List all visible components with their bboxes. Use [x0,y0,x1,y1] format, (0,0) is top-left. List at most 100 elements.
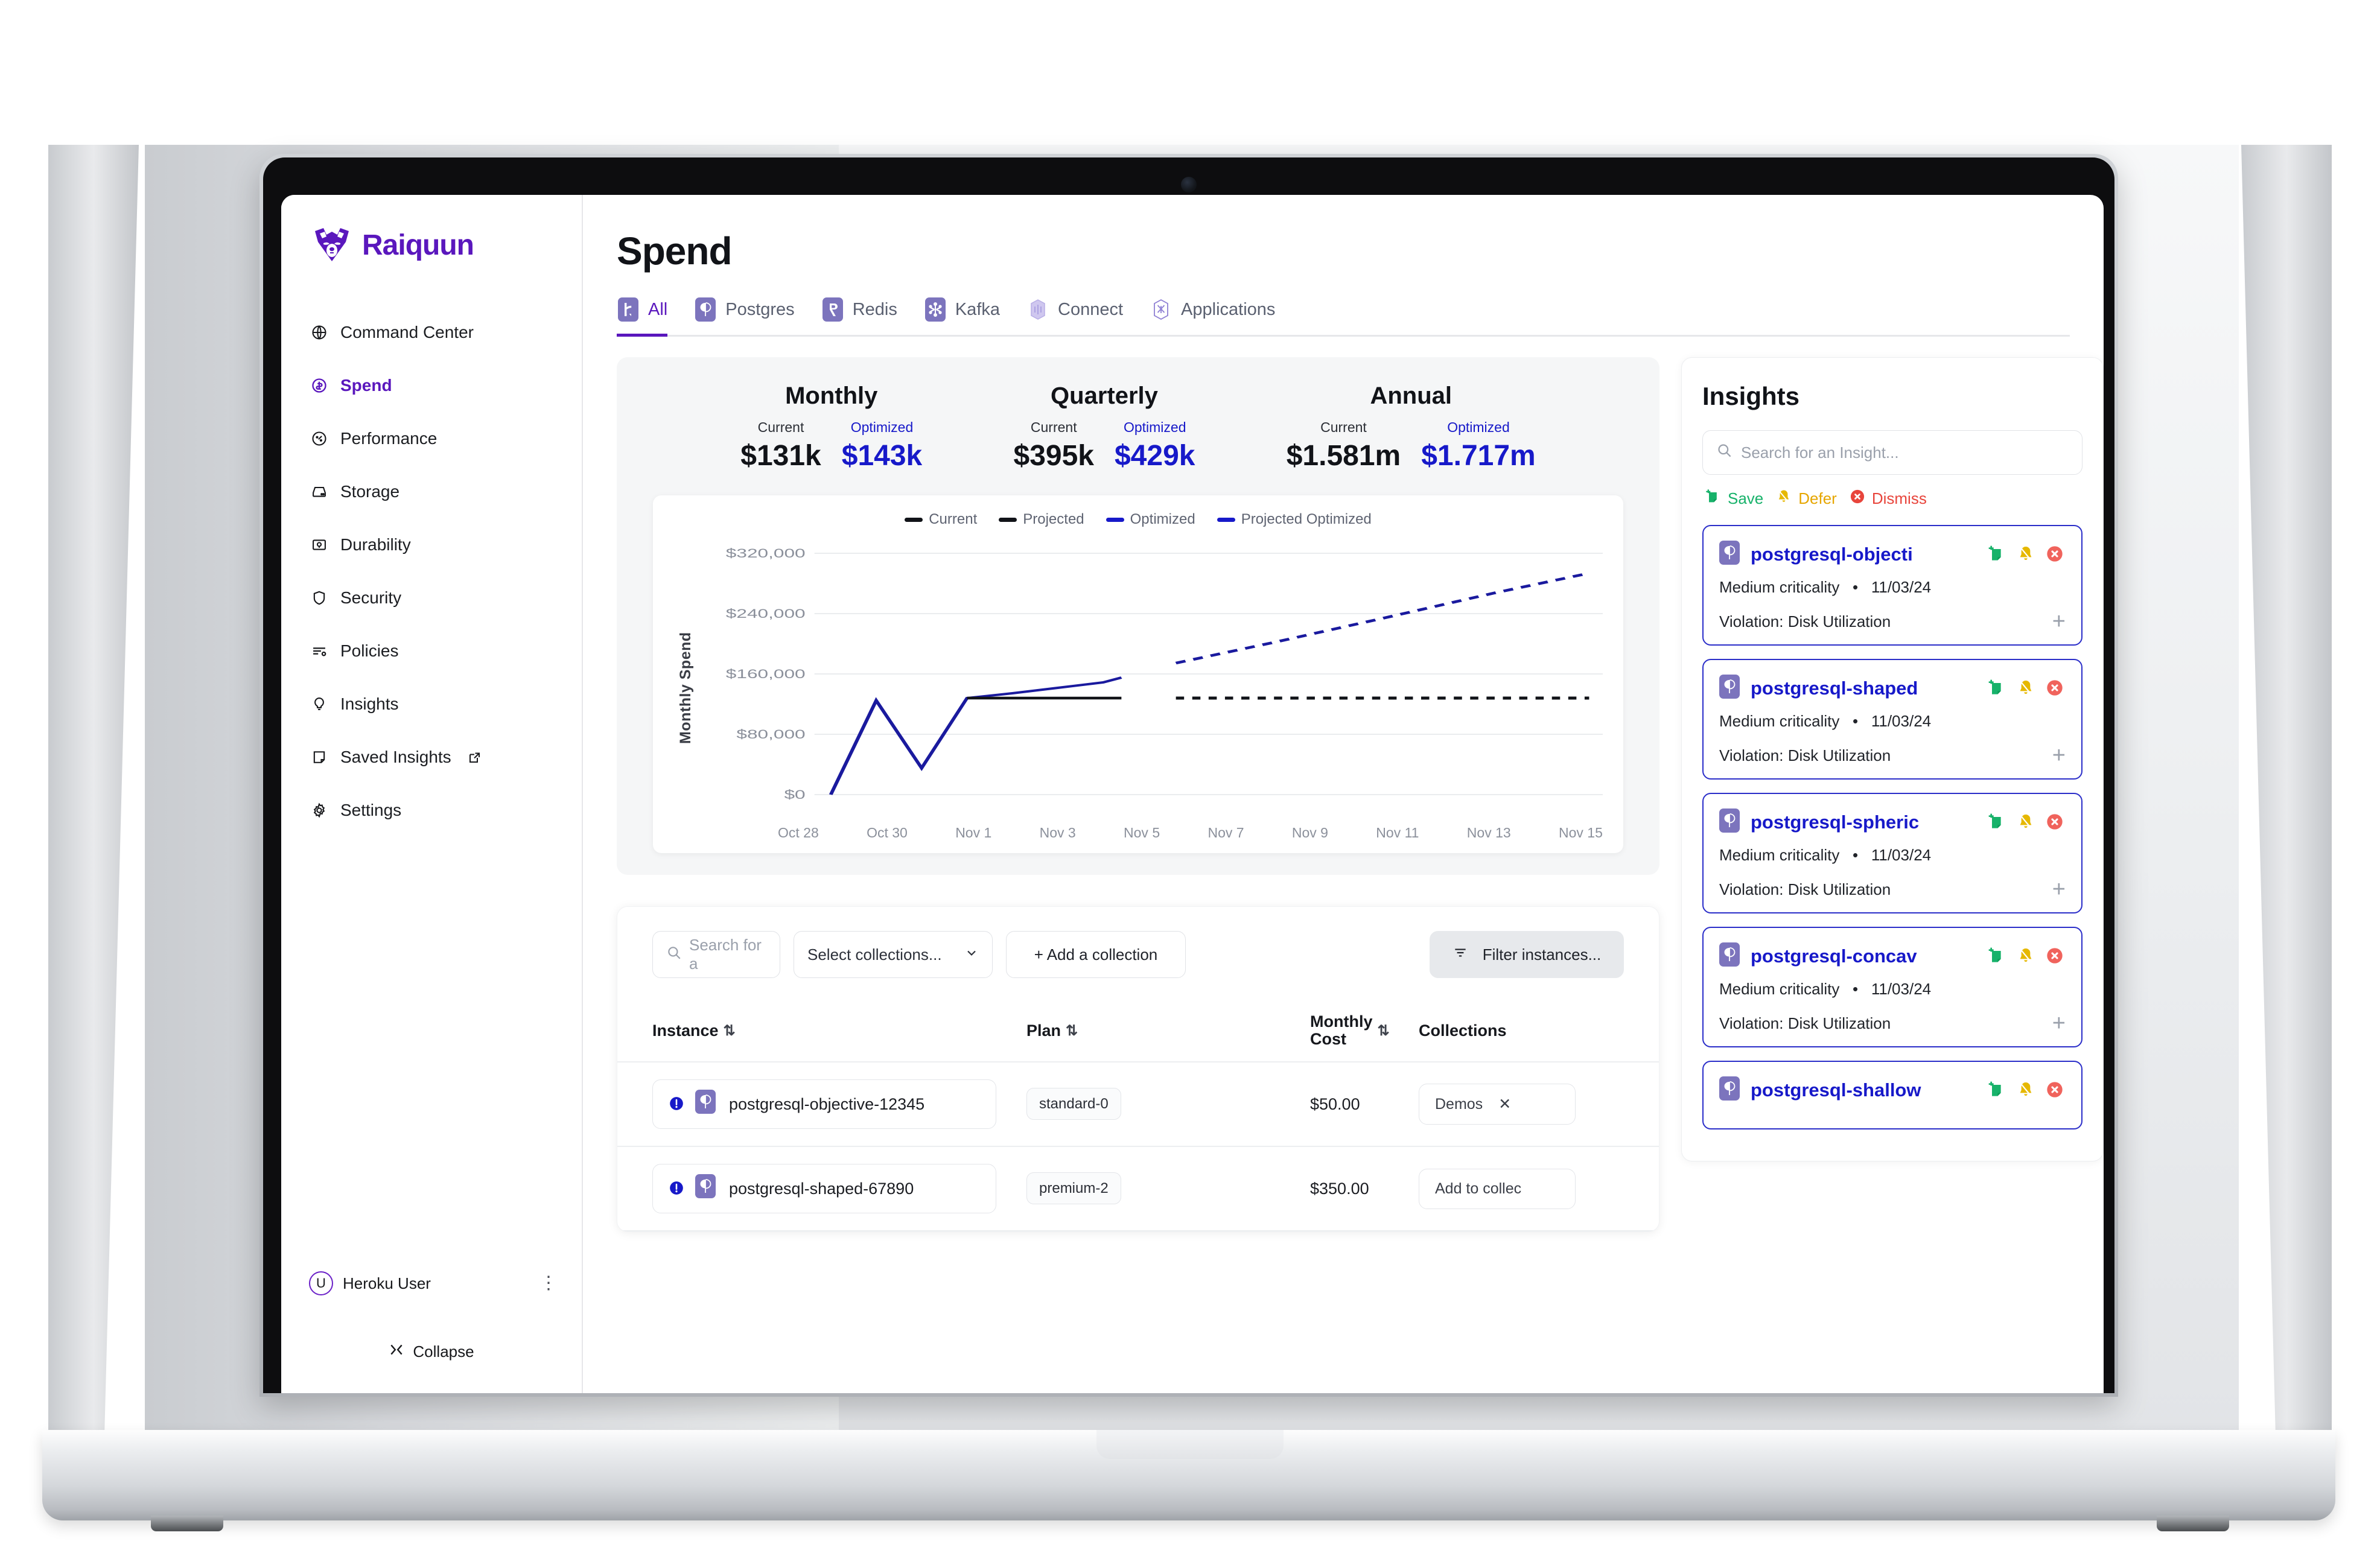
insight-meta-separator: • [1844,980,1867,998]
tab-kafka[interactable]: Kafka [924,296,1000,337]
sidebar-item-storage[interactable]: Storage [281,465,582,518]
sidebar-item-spend[interactable]: Spend [281,359,582,412]
brand-name: Raiquun [362,229,474,261]
bell-off-icon[interactable] [2016,1080,2037,1101]
collection-chip[interactable]: Demos ✕ [1419,1084,1576,1125]
legend-optimized[interactable]: Optimized [1106,511,1195,528]
user-profile-row[interactable]: U Heroku User ⋮ [281,1262,582,1304]
instance-chip[interactable]: postgresql-shaped-67890 [652,1164,996,1214]
expand-insight-icon[interactable]: + [2052,610,2066,633]
sort-icon[interactable]: ⇅ [724,1022,736,1040]
chart-y-axis-title: Monthly Spend [677,632,694,745]
sidebar-item-command-center[interactable]: Command Center [281,306,582,359]
column-header-instance[interactable]: Instance ⇅ [652,1021,1026,1040]
app-screen: Raiquun Command Center Spend Performance… [281,195,2104,1393]
save-note-icon[interactable] [1987,678,2008,699]
sidebar-item-insights[interactable]: Insights [281,678,582,731]
laptop-scene: Raiquun Command Center Spend Performance… [0,0,2380,1547]
metric-current: Current $395k [1014,419,1094,472]
spend-chart-card: Current Projected Optimized Projected Op… [653,495,1623,853]
legend-label: Projected Optimized [1241,511,1372,527]
raccoon-logo-icon [310,226,354,264]
table-row[interactable]: postgresql-shaped-67890 premium-2 $350.0… [617,1147,1659,1232]
dismiss-x-icon[interactable] [2045,1080,2066,1101]
insight-criticality: Medium criticality [1719,980,1840,998]
column-header-monthly-cost[interactable]: Monthly Cost ⇅ [1310,1012,1419,1048]
tab-label: Connect [1058,299,1124,319]
add-collection-button[interactable]: + Add a collection [1006,931,1186,978]
dismiss-insight-button[interactable]: Dismiss [1849,488,1927,509]
expand-insight-icon[interactable]: + [2052,878,2066,901]
svg-text:$320,000: $320,000 [726,546,806,560]
metric-optimized-label: Optimized [850,419,914,435]
x-tick: Nov 5 [1124,825,1160,840]
legend-projected-optimized[interactable]: Projected Optimized [1217,511,1372,528]
tab-redis[interactable]: Redis [821,296,897,337]
postgres-icon [695,1174,719,1203]
save-note-icon[interactable] [1987,946,2008,967]
tab-postgres[interactable]: Postgres [694,296,795,337]
sidebar-item-settings[interactable]: Settings [281,784,582,837]
collapse-sidebar-button[interactable]: Collapse [281,1342,582,1362]
tab-label: Redis [852,299,897,319]
dismiss-x-icon[interactable] [2045,946,2066,967]
insight-card[interactable]: postgresql-concav Medium criticality • 1… [1702,927,2082,1047]
insight-meta-separator: • [1844,578,1867,596]
save-note-icon[interactable] [1987,1080,2008,1101]
sidebar-item-durability[interactable]: Durability [281,518,582,571]
add-to-collection-chip[interactable]: Add to collec [1419,1168,1576,1209]
dismiss-x-icon[interactable] [2045,544,2066,565]
save-note-icon[interactable] [1987,544,2008,565]
insight-meta-separator: • [1844,846,1867,864]
search-icon [1716,442,1732,463]
bell-off-icon[interactable] [2016,812,2037,833]
metric-current-value: $131k [740,440,821,472]
insight-card[interactable]: postgresql-shallow [1702,1061,2082,1129]
brand-logo-block[interactable]: Raiquun [281,226,582,264]
tab-all[interactable]: All [617,296,668,337]
more-options-icon[interactable]: ⋮ [539,1274,558,1292]
legend-current[interactable]: Current [905,511,977,528]
table-row[interactable]: postgresql-objective-12345 standard-0 $5… [617,1063,1659,1148]
metric-current: Current $131k [740,419,821,472]
sort-icon[interactable]: ⇅ [1066,1022,1078,1040]
save-note-icon[interactable] [1987,812,2008,833]
column-label: Plan [1026,1021,1061,1040]
column-header-plan[interactable]: Plan ⇅ [1026,1021,1310,1040]
insight-search-input[interactable]: Search for an Insight... [1702,430,2082,475]
sidebar-nav: Command Center Spend Performance Storage… [281,306,582,837]
postgres-icon [695,1090,719,1119]
remove-collection-icon[interactable]: ✕ [1498,1095,1511,1113]
filter-instances-button[interactable]: Filter instances... [1430,931,1624,978]
defer-insight-button[interactable]: Defer [1775,488,1837,509]
insights-column: Insights Search for an Insight... Save D… [1681,357,2104,1232]
sidebar-item-saved-insights[interactable]: Saved Insights [281,731,582,784]
dollar-circle-icon [310,376,328,395]
insight-card[interactable]: postgresql-shaped Medium criticality • 1… [1702,659,2082,780]
expand-insight-icon[interactable]: + [2052,744,2066,767]
insight-card[interactable]: postgresql-spheric Medium criticality • … [1702,793,2082,913]
dismiss-x-icon[interactable] [2045,812,2066,833]
sidebar-item-security[interactable]: Security [281,571,582,624]
instance-chip[interactable]: postgresql-objective-12345 [652,1079,996,1129]
dismiss-x-icon[interactable] [2045,678,2066,699]
sidebar-item-policies[interactable]: Policies [281,624,582,678]
tab-connect[interactable]: Connect [1026,296,1123,337]
tab-applications[interactable]: Applications [1150,296,1275,337]
column-label: Collections [1419,1021,1507,1040]
sort-icon[interactable]: ⇅ [1377,1022,1389,1040]
save-insight-button[interactable]: Save [1705,488,1763,509]
legend-projected[interactable]: Projected [999,511,1084,528]
select-collections-dropdown[interactable]: Select collections... [794,931,993,978]
search-input[interactable]: Search for a [652,931,780,978]
sidebar-item-performance[interactable]: Performance [281,412,582,465]
chart-plot-area: $320,000 $240,000 $160,000 $80,000 $0 Oc… [695,535,1603,841]
bell-off-icon[interactable] [2016,544,2037,565]
bell-off-icon[interactable] [2016,946,2037,967]
sidebar-item-label: Command Center [340,323,474,341]
expand-insight-icon[interactable]: + [2052,1012,2066,1035]
user-name: Heroku User [343,1274,431,1292]
bell-off-icon [1775,488,1792,509]
bell-off-icon[interactable] [2016,678,2037,699]
insight-card[interactable]: postgresql-objecti Medium criticality • … [1702,525,2082,646]
